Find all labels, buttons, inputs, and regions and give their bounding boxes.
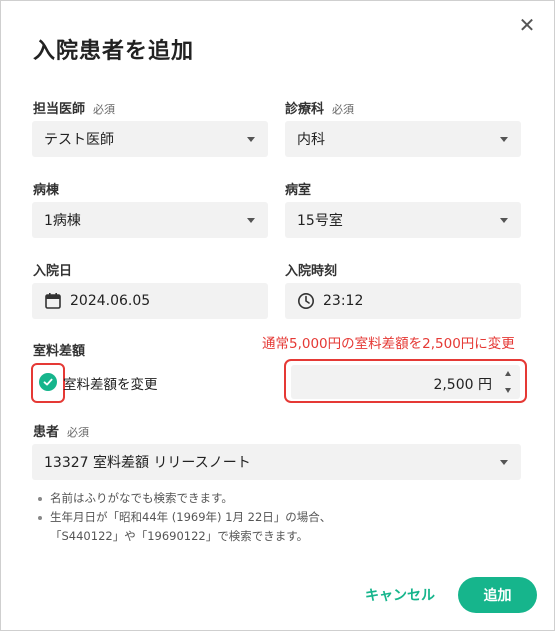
cancel-button[interactable]: キャンセル — [357, 582, 443, 608]
note-item: 名前はふりがなでも検索できます。 — [38, 489, 331, 508]
doctor-select[interactable]: テスト医師 — [32, 121, 268, 157]
admission-time-value: 23:12 — [323, 293, 364, 309]
required-badge: 必須 — [67, 426, 90, 439]
department-select-value: 内科 — [297, 132, 325, 148]
chevron-down-icon — [500, 218, 508, 223]
chevron-down-icon — [500, 460, 508, 465]
required-badge: 必須 — [332, 103, 355, 116]
room-fee-input[interactable]: 2,500 円 — [291, 365, 520, 399]
room-select[interactable]: 15号室 — [285, 202, 521, 238]
add-button[interactable]: 追加 — [458, 577, 537, 613]
annotation-text: 通常5,000円の室料差額を2,500円に変更 — [262, 336, 515, 352]
stepper-up-icon[interactable] — [505, 371, 511, 376]
doctor-label: 担当医師 必須 — [33, 98, 115, 117]
room-fee-amount: 2,500 — [433, 377, 474, 393]
clock-icon — [297, 292, 315, 310]
room-fee-unit: 円 — [478, 377, 492, 393]
room-fee-label: 室料差額 — [33, 344, 86, 359]
admission-time-label: 入院時刻 — [285, 264, 338, 279]
required-badge: 必須 — [93, 103, 116, 116]
calendar-icon — [44, 292, 62, 310]
note-item: 生年月日が「昭和44年 (1969年) 1月 22日」の場合、 — [38, 508, 331, 527]
room-fee-value: 2,500 円 — [433, 374, 492, 394]
check-icon — [43, 378, 53, 386]
help-notes: 名前はふりがなでも検索できます。 生年月日が「昭和44年 (1969年) 1月 … — [38, 489, 331, 546]
room-select-value: 15号室 — [297, 213, 343, 229]
number-stepper[interactable] — [504, 371, 512, 393]
stepper-down-icon[interactable] — [505, 388, 511, 393]
admission-date-label: 入院日 — [33, 264, 73, 279]
department-select[interactable]: 内科 — [285, 121, 521, 157]
admission-date-input[interactable]: 2024.06.05 — [32, 283, 268, 319]
room-label: 病室 — [285, 183, 312, 198]
ward-label: 病棟 — [33, 183, 60, 198]
admission-time-input[interactable]: 23:12 — [285, 283, 521, 319]
patient-select[interactable]: 13327 室料差額 リリースノート — [32, 444, 521, 480]
chevron-down-icon — [247, 137, 255, 142]
department-label-text: 診療科 — [285, 102, 325, 117]
close-icon[interactable]: ✕ — [516, 14, 538, 36]
patient-select-value: 13327 室料差額 リリースノート — [44, 455, 251, 471]
dialog-title: 入院患者を追加 — [33, 39, 195, 64]
doctor-label-text: 担当医師 — [33, 102, 86, 117]
chevron-down-icon — [500, 137, 508, 142]
doctor-select-value: テスト医師 — [44, 132, 114, 148]
department-label: 診療科 必須 — [285, 98, 354, 117]
ward-select-value: 1病棟 — [44, 213, 81, 229]
room-fee-checkbox[interactable] — [39, 373, 57, 391]
room-fee-checkbox-label[interactable]: 室料差額を変更 — [63, 373, 158, 393]
note-item-continuation: 「S440122」や「19690122」で検索できます。 — [50, 529, 309, 543]
chevron-down-icon — [247, 218, 255, 223]
patient-label-text: 患者 — [33, 425, 60, 440]
admission-date-value: 2024.06.05 — [70, 293, 151, 309]
patient-label: 患者 必須 — [33, 421, 89, 440]
ward-select[interactable]: 1病棟 — [32, 202, 268, 238]
